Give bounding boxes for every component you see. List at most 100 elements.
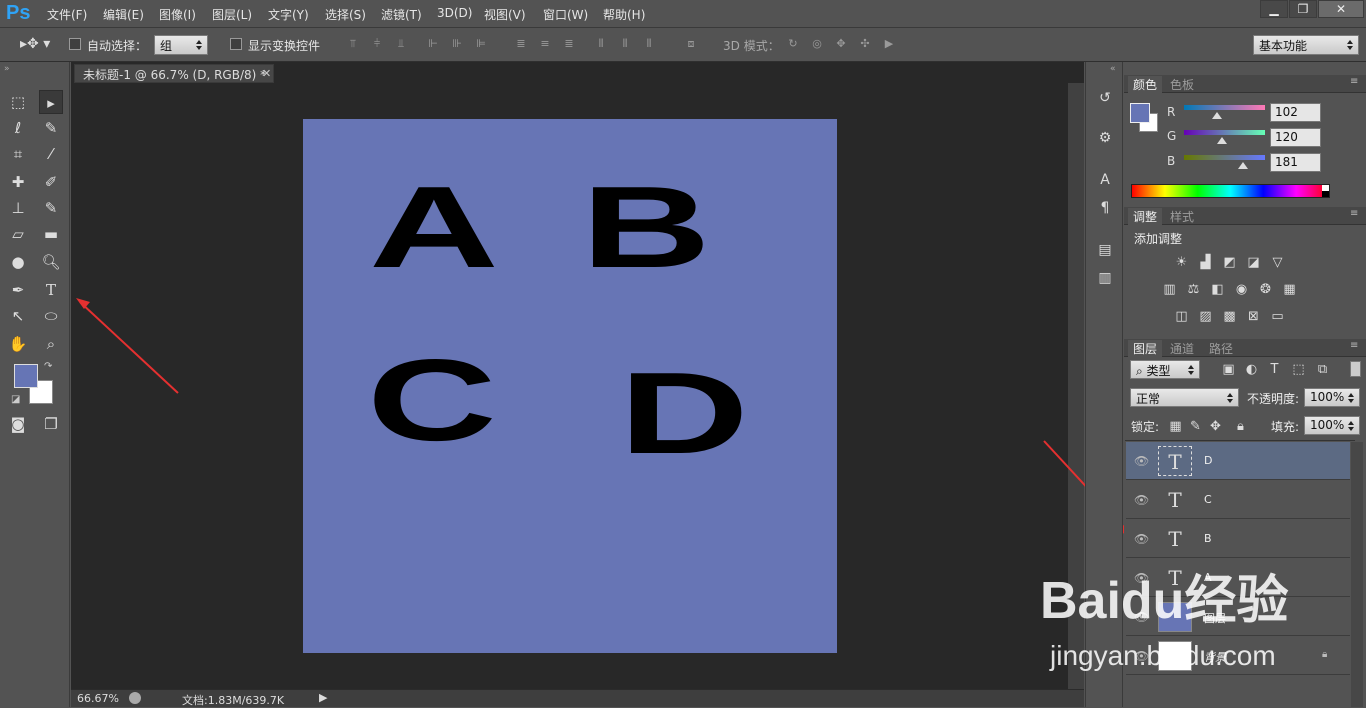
color-lookup-adjust-icon[interactable]: ▦ bbox=[1281, 282, 1298, 297]
quick-mask-icon[interactable]: ◙ bbox=[6, 412, 30, 436]
lasso-tool-icon[interactable]: ℓ bbox=[6, 116, 30, 140]
auto-select-checkbox[interactable] bbox=[69, 38, 81, 50]
visibility-eye-icon[interactable]: 👁︎ bbox=[1134, 532, 1149, 546]
menu-help[interactable]: 帮助(H) bbox=[603, 6, 645, 23]
notes-panel-icon[interactable]: ▥ bbox=[1094, 268, 1116, 288]
b-slider-track[interactable] bbox=[1184, 155, 1265, 160]
align-top-icon[interactable]: ⫪ bbox=[345, 37, 361, 51]
gradient-tool-icon[interactable]: ▬ bbox=[39, 222, 63, 246]
tab-swatches[interactable]: 色板 bbox=[1165, 76, 1199, 93]
brush-tool-icon[interactable]: ✐ bbox=[39, 170, 63, 194]
3d-rotate-icon[interactable]: ↻ bbox=[785, 37, 801, 51]
marquee-tool-icon[interactable]: ⬚ bbox=[6, 90, 30, 114]
photo-filter-adjust-icon[interactable]: ◉ bbox=[1233, 282, 1250, 297]
swap-colors-icon[interactable]: ↷ bbox=[44, 361, 52, 372]
lock-all-icon[interactable]: 🔒︎ bbox=[1232, 419, 1249, 434]
history-brush-tool-icon[interactable]: ✎ bbox=[39, 196, 63, 220]
quick-select-tool-icon[interactable]: ✎ bbox=[39, 116, 63, 140]
3d-slide-icon[interactable]: ✣ bbox=[857, 37, 873, 51]
menu-type[interactable]: 文字(Y) bbox=[268, 6, 309, 23]
opacity-field[interactable]: 100% bbox=[1304, 388, 1360, 407]
b-value-field[interactable]: 181 bbox=[1270, 153, 1321, 172]
filter-shape-icon[interactable]: ⬚ bbox=[1290, 362, 1307, 377]
adjust-panel-menu-icon[interactable]: ≡ bbox=[1350, 208, 1358, 219]
filter-smart-icon[interactable]: ⧉ bbox=[1314, 362, 1331, 377]
menu-file[interactable]: 文件(F) bbox=[47, 6, 87, 23]
levels-adjust-icon[interactable]: ▟ bbox=[1197, 255, 1214, 270]
fill-field[interactable]: 100% bbox=[1304, 416, 1360, 435]
g-slider-thumb[interactable] bbox=[1217, 137, 1227, 144]
properties-panel-icon[interactable]: ⚙ bbox=[1094, 128, 1116, 148]
eyedropper-tool-icon[interactable]: ⁄ bbox=[39, 142, 63, 166]
gradient-map-adjust-icon[interactable]: ▭ bbox=[1269, 309, 1286, 324]
minimize-button[interactable]: ▁ bbox=[1260, 0, 1288, 18]
pen-tool-icon[interactable]: ✒ bbox=[6, 278, 30, 302]
layer-row-c[interactable]: 👁︎ T C bbox=[1126, 481, 1350, 519]
hand-tool-icon[interactable]: ✋ bbox=[6, 332, 30, 356]
color-balance-adjust-icon[interactable]: ⚖ bbox=[1185, 282, 1202, 297]
move-tool-preset-icon[interactable]: ▸✥ ▾ bbox=[20, 36, 50, 52]
close-document-icon[interactable]: ✕ bbox=[262, 67, 271, 80]
collapse-toolbox-icon[interactable]: » bbox=[4, 64, 10, 74]
workspace-dropdown[interactable]: 基本功能 bbox=[1253, 35, 1359, 55]
layer-name[interactable]: C bbox=[1204, 493, 1212, 506]
tab-styles[interactable]: 样式 bbox=[1165, 208, 1199, 225]
align-bottom-icon[interactable]: ⫫ bbox=[393, 37, 409, 51]
eraser-tool-icon[interactable]: ▱ bbox=[6, 222, 30, 246]
g-slider-track[interactable] bbox=[1184, 130, 1265, 135]
vibrance-adjust-icon[interactable]: ▽ bbox=[1269, 255, 1286, 270]
layer-comps-icon[interactable]: ▤ bbox=[1094, 240, 1116, 260]
b-slider-thumb[interactable] bbox=[1238, 162, 1248, 169]
menu-view[interactable]: 视图(V) bbox=[484, 6, 526, 23]
spectrum-black-chip[interactable] bbox=[1322, 191, 1329, 197]
path-select-tool-icon[interactable]: ↖ bbox=[6, 304, 30, 328]
r-slider-thumb[interactable] bbox=[1212, 112, 1222, 119]
align-hcenter-icon[interactable]: ⊪ bbox=[449, 37, 465, 51]
curves-adjust-icon[interactable]: ◩ bbox=[1221, 255, 1238, 270]
layer-row-d[interactable]: 👁︎ T D bbox=[1126, 442, 1350, 480]
distribute-top-icon[interactable]: ≣ bbox=[513, 37, 529, 51]
layer-filter-dropdown[interactable]: ⌕ 类型 bbox=[1130, 360, 1200, 379]
menu-image[interactable]: 图像(I) bbox=[159, 6, 196, 23]
crop-tool-icon[interactable]: ⌗ bbox=[6, 142, 30, 166]
distribute-left-icon[interactable]: ⦀ bbox=[593, 37, 609, 51]
layer-name[interactable]: B bbox=[1204, 532, 1212, 545]
type-tool-icon[interactable]: T bbox=[39, 278, 63, 302]
menu-edit[interactable]: 编辑(E) bbox=[103, 6, 144, 23]
tab-color[interactable]: 颜色 bbox=[1128, 76, 1163, 93]
ellipse-tool-icon[interactable]: ⬭ bbox=[39, 304, 63, 328]
clone-stamp-tool-icon[interactable]: ⊥ bbox=[6, 196, 30, 220]
exposure-adjust-icon[interactable]: ◪ bbox=[1245, 255, 1262, 270]
channel-mixer-adjust-icon[interactable]: ❂ bbox=[1257, 282, 1274, 297]
align-vcenter-icon[interactable]: ⫩ bbox=[369, 37, 385, 51]
hue-saturation-adjust-icon[interactable]: ▥ bbox=[1161, 282, 1178, 297]
align-right-icon[interactable]: ⊫ bbox=[473, 37, 489, 51]
menu-filter[interactable]: 滤镜(T) bbox=[381, 6, 422, 23]
filter-type-icon[interactable]: T bbox=[1266, 362, 1283, 377]
brightness-adjust-icon[interactable]: ☀ bbox=[1173, 255, 1190, 270]
layers-scrollbar[interactable] bbox=[1351, 442, 1363, 707]
filter-toggle-switch[interactable] bbox=[1350, 361, 1361, 377]
distribute-hcenter-icon[interactable]: ⦀ bbox=[617, 37, 633, 51]
r-slider-track[interactable] bbox=[1184, 105, 1265, 110]
color-panel-fg-swatch[interactable] bbox=[1130, 103, 1150, 123]
close-button[interactable]: ✕ bbox=[1318, 0, 1364, 18]
3d-roll-icon[interactable]: ◎ bbox=[809, 37, 825, 51]
color-panel-menu-icon[interactable]: ≡ bbox=[1350, 76, 1358, 87]
visibility-eye-icon[interactable]: 👁︎ bbox=[1134, 493, 1149, 507]
lock-transparent-icon[interactable]: ▦ bbox=[1167, 419, 1184, 434]
g-value-field[interactable]: 120 bbox=[1270, 128, 1321, 147]
filter-pixel-icon[interactable]: ▣ bbox=[1220, 362, 1237, 377]
menu-3d[interactable]: 3D(D) bbox=[437, 6, 472, 20]
tab-channels[interactable]: 通道 bbox=[1165, 340, 1199, 357]
distribute-bottom-icon[interactable]: ≣ bbox=[561, 37, 577, 51]
status-menu-arrow-icon[interactable]: ▶ bbox=[319, 691, 327, 704]
visibility-eye-icon[interactable]: 👁︎ bbox=[1134, 454, 1149, 468]
zoom-level[interactable]: 66.67% bbox=[77, 692, 119, 705]
paragraph-panel-icon[interactable]: ¶ bbox=[1094, 198, 1116, 218]
show-transform-checkbox[interactable] bbox=[230, 38, 242, 50]
color-spectrum-ramp[interactable] bbox=[1131, 184, 1330, 198]
threshold-adjust-icon[interactable]: ▩ bbox=[1221, 309, 1238, 324]
dodge-tool-icon[interactable]: 🔍︎ bbox=[39, 250, 63, 274]
document-canvas[interactable]: A B C D bbox=[303, 119, 837, 653]
